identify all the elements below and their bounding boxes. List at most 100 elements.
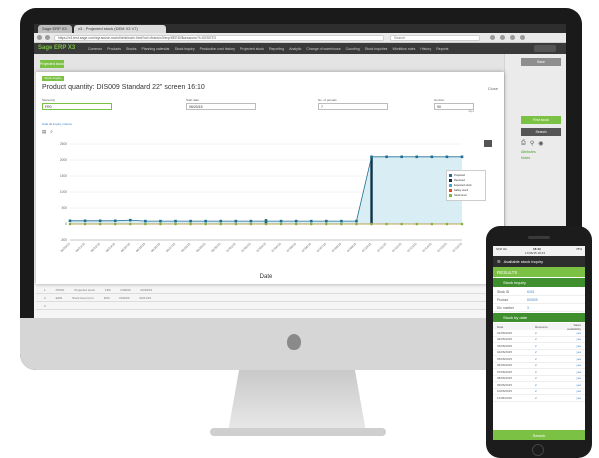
sage-logo[interactable]: Sage ERP X3 <box>38 44 75 53</box>
nav-item-stocks[interactable]: Stocks <box>126 47 137 51</box>
projected-point <box>430 155 434 159</box>
nav-item-reports[interactable]: Reports <box>436 47 448 51</box>
hamburger-menu-icon[interactable]: ☰ <box>497 259 501 264</box>
nav-item-production-cost[interactable]: Production cost history <box>200 47 235 51</box>
x-tick-label: 07/07/15 <box>316 242 327 253</box>
detail-value[interactable]: 3 <box>527 306 529 310</box>
site-input[interactable]: FR0 <box>42 103 112 110</box>
view-icon[interactable]: ◉ <box>538 140 543 147</box>
projected-point <box>460 155 464 159</box>
col-date: Date <box>497 324 504 329</box>
projected-point <box>385 155 388 159</box>
list-item[interactable]: 11/06/2015 2 yes <box>493 395 585 402</box>
table-row[interactable]: 3 <box>36 302 504 310</box>
horizon-input[interactable]: 90 <box>434 103 474 110</box>
attributes-link[interactable]: Attributes <box>521 150 536 154</box>
browser-tab-active[interactable]: x3 - Projected stock (DEM X3 V7) <box>74 25 166 33</box>
projected-point <box>234 219 238 223</box>
url-input[interactable]: https://x3.test.sage.com/syracuse-main/h… <box>54 35 384 41</box>
zoom-icon[interactable]: ⌕ <box>50 129 53 135</box>
browser-search-input[interactable]: Search <box>390 35 480 41</box>
nav-item-history[interactable]: History <box>420 47 431 51</box>
nav-item-counting[interactable]: Counting <box>346 47 360 51</box>
periods-input[interactable]: 7 <box>318 103 388 110</box>
x-tick-label: 07/05/15 <box>286 242 297 253</box>
table-row[interactable]: 1 PROD Projected stock FR0 DIS009 06/20/15 <box>36 286 504 294</box>
list-item-cell: 10/06/2015 <box>497 389 513 394</box>
legend-item[interactable]: Stock level <box>449 193 483 198</box>
first-stock-button[interactable]: First stock <box>521 116 561 124</box>
dialog-close-button[interactable]: Close <box>488 86 498 91</box>
x-tick-label: 07/11/15 <box>376 242 387 253</box>
browser-tab[interactable]: Sage ERP X3 <box>38 25 72 33</box>
nav-item-reporting[interactable]: Reporting <box>269 47 284 51</box>
stock-inquiry-dialog: Stock inquiry Product quantity: DIS009 S… <box>36 72 504 284</box>
projected-point <box>370 155 373 159</box>
list-item-cell: 11/06/2015 <box>497 395 512 400</box>
list-item-cell: yes <box>576 382 581 387</box>
results-band[interactable]: RESULTS <box>493 267 585 277</box>
list-item-cell: 02/06/2015 <box>497 337 513 342</box>
search-button[interactable]: Search <box>521 128 561 136</box>
projected-point <box>325 219 328 223</box>
y-tick-label: 2500 <box>60 142 67 146</box>
nav-item-planning-calendar[interactable]: Planning calendar <box>142 47 170 51</box>
start-date-input[interactable]: 06/20/15 <box>186 103 256 110</box>
menu-icon[interactable] <box>520 35 525 40</box>
x-tick-label: 07/13/15 <box>406 242 417 253</box>
browser-tab-bar: Sage ERP X3 x3 - Projected stock (DEM X3… <box>34 24 566 33</box>
breadcrumb[interactable]: Projected stock <box>40 60 64 68</box>
nav-item-common[interactable]: Common <box>88 47 102 51</box>
stock-inquiry-section[interactable]: Stock inquiry <box>493 278 585 287</box>
nav-item-workflow[interactable]: Workflow rules <box>392 47 415 51</box>
back-icon[interactable] <box>37 35 42 40</box>
list-item-cell: 2 <box>535 330 537 335</box>
x-tick-label: 06/20/15 <box>60 242 71 253</box>
home-icon[interactable] <box>510 35 515 40</box>
download-icon[interactable] <box>500 35 505 40</box>
attachment-icon[interactable]: ⚲ <box>530 140 534 147</box>
user-menu-button[interactable] <box>534 45 556 52</box>
table-row[interactable]: 2 ERR Stock level error FR0 DIS009 06/21/15 <box>36 294 504 302</box>
x-axis-label: Date <box>260 274 273 280</box>
x-tick-label: 07/08/15 <box>331 242 342 253</box>
save-button[interactable]: Save <box>521 58 561 66</box>
stock-by-date-section[interactable]: Stock by date <box>493 313 585 322</box>
legend-swatch <box>449 174 452 177</box>
projected-point <box>189 219 192 223</box>
phone-header-title: Available stock inquiry <box>503 259 544 264</box>
table-cell: PROD <box>55 287 65 292</box>
phone-search-button[interactable]: Search <box>493 430 585 440</box>
projected-point <box>83 219 87 223</box>
nav-item-analytic[interactable]: Analytic <box>289 47 301 51</box>
bookmark-icon[interactable] <box>490 35 495 40</box>
phone-header: ☰ Available stock inquiry <box>493 256 585 267</box>
detail-value[interactable]: K001 <box>527 290 534 294</box>
table-cell: 3 <box>44 303 46 308</box>
chart-toolbar: ▤ ⌕ <box>42 129 53 135</box>
table-cell: ERR <box>55 295 63 300</box>
print-icon[interactable]: ⎙ <box>521 140 526 147</box>
list-item-cell: 06/06/2015 <box>497 363 513 368</box>
browser-url-bar: https://x3.test.sage.com/syracuse-main/h… <box>34 33 566 43</box>
projected-point <box>219 219 223 223</box>
detail-value[interactable]: DIS009 <box>527 298 538 302</box>
forward-icon[interactable] <box>45 35 50 40</box>
phone-home-button[interactable] <box>532 444 544 456</box>
detail-row: Div. number 3 <box>493 304 585 312</box>
chart-menu-button[interactable] <box>484 140 492 147</box>
nav-item-projected-stock[interactable]: Projected stock <box>240 47 264 51</box>
list-item-cell: 2 <box>535 395 537 400</box>
chart-type-icon[interactable]: ▤ <box>42 129 46 135</box>
nav-item-products[interactable]: Products <box>107 47 121 51</box>
phone-table-header: Date Resource Sales availability <box>493 323 585 331</box>
criteria-toggle-link[interactable]: Hide all inquiry criteria <box>42 122 72 126</box>
legend-swatch <box>449 179 452 182</box>
notes-link[interactable]: Notes <box>521 156 530 160</box>
nav-item-stock-inquiries[interactable]: Stock inquiries <box>365 47 388 51</box>
projected-point <box>279 219 283 223</box>
horizon-unit: days <box>468 110 474 113</box>
nav-item-stock-inquiry[interactable]: Stock inquiry <box>175 47 195 51</box>
projected-point <box>98 219 102 223</box>
nav-item-change-warehouse[interactable]: Change of warehouse <box>306 47 340 51</box>
